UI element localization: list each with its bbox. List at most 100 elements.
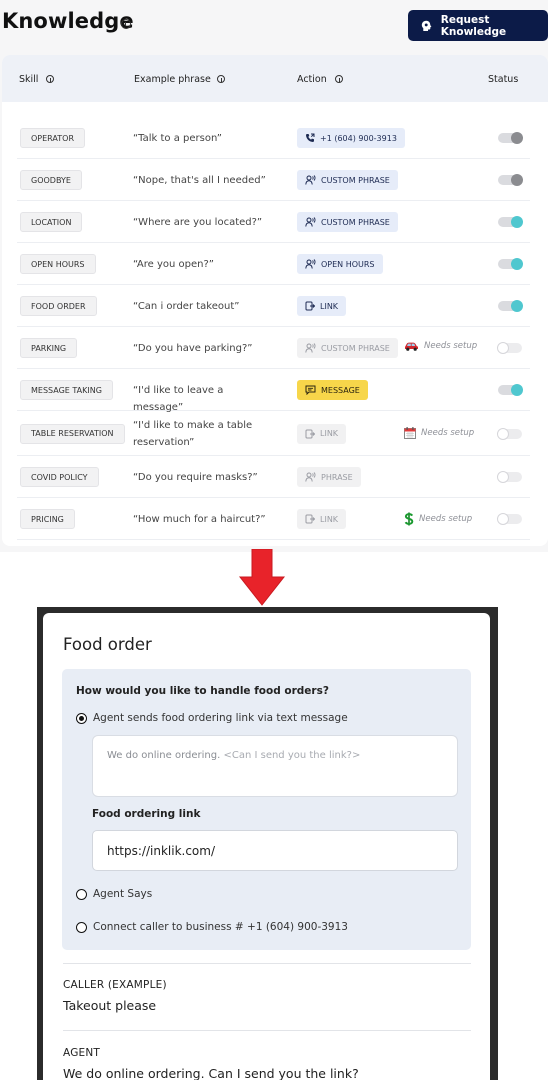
car-icon [404,341,419,351]
table-row[interactable]: TABLE RESERVATION “I'd like to make a tab… [17,411,530,456]
table-row[interactable]: PARKING “Do you have parking?” CUSTOM PHRA… [17,327,530,369]
radio-send-link-label: Agent sends food ordering link via text … [93,712,348,724]
message-placeholder: <Can I send you the link?> [223,750,361,761]
link-out-icon [305,514,315,524]
table-row[interactable]: PRICING “How much for a haircut?” LINK Need… [17,498,530,540]
action-chip[interactable]: PHRASE [297,467,361,487]
status-toggle[interactable] [498,258,523,270]
radio-send-link[interactable]: Agent sends food ordering link via text … [76,712,348,724]
bulb-head-icon [421,20,432,31]
table-row[interactable]: OPEN HOURS “Are you open?” OPEN HOURS [17,243,530,285]
needs-setup-label: Needs setup [421,427,475,438]
status-toggle[interactable] [497,427,522,440]
toggle-knob [511,132,523,144]
dollar-icon [404,512,414,526]
calendar-icon [404,426,416,439]
phone-forward-icon [305,133,315,143]
example-phrase: “Do you have parking?” [133,343,253,354]
info-icon[interactable] [335,75,343,83]
page-title: Knowledge [2,9,134,33]
action-chip[interactable]: CUSTOM PHRASE [297,338,398,358]
skill-tag: FOOD ORDER [20,296,97,316]
action-label: LINK [320,301,339,311]
toggle-knob [511,216,523,228]
action-chip[interactable]: LINK [297,423,347,444]
table-row[interactable]: OPERATOR “Talk to a person” +1 (604) 900-3… [17,117,530,159]
action-label: CUSTOM PHRASE [321,217,390,227]
message-textarea[interactable]: We do online ordering. <Can I send you t… [92,735,458,797]
speaking-person-icon [305,175,316,185]
table-row[interactable]: GOODBYE “Nope, that's all I needed” CUSTOM… [17,159,530,201]
column-action: Action [297,74,327,85]
toggle-knob [511,384,523,396]
speaking-person-icon [305,472,316,482]
example-phrase: “Can i order takeout” [133,301,240,312]
example-phrase: “I'd like to make a table reservation” [133,419,253,448]
food-ordering-link-input[interactable]: https://inklik.com/ [92,830,458,871]
example-phrase: “Where are you located?” [133,217,263,228]
example-phrase: “Talk to a person” [133,133,222,144]
status-toggle[interactable] [497,513,522,525]
skill-tag: PRICING [20,509,75,529]
question-label: How would you like to handle food orders… [76,685,329,697]
knowledge-panel: Knowledge Request Knowledge Skill Exampl… [0,0,548,552]
status-toggle[interactable] [497,342,522,354]
options-panel: How would you like to handle food orders… [62,669,471,950]
skill-tag: OPERATOR [20,128,86,148]
table-row[interactable]: COVID POLICY “Do you require masks?” PHRAS… [17,456,530,498]
table-row[interactable]: FOOD ORDER “Can i order takeout” LINK [17,285,530,327]
action-chip[interactable]: LINK [297,509,347,529]
radio-unselected-icon [76,921,87,933]
radio-connect-caller[interactable]: Connect caller to business # +1 (604) 90… [76,921,348,933]
link-field-label: Food ordering link [92,808,201,820]
status-toggle[interactable] [498,300,523,312]
example-phrase: “Are you open?” [133,259,214,270]
status-toggle[interactable] [498,174,523,186]
caller-text: Takeout please [63,998,157,1013]
link-out-icon [305,429,315,439]
status-toggle[interactable] [498,216,523,228]
skill-tag: GOODBYE [20,170,82,190]
request-knowledge-button[interactable]: Request Knowledge [408,10,548,41]
skill-tag: PARKING [20,338,78,358]
action-chip[interactable]: OPEN HOURS [297,254,383,274]
table-header: Skill Example phrase Action Status [2,55,548,102]
example-phrase: “Nope, that's all I needed” [133,175,266,186]
action-label: OPEN HOURS [321,259,375,269]
arrow-down-icon [238,549,286,606]
table-row[interactable]: LOCATION “Where are you located?” CUSTOM P… [17,201,530,243]
toggle-knob [497,513,509,525]
needs-setup-label: Needs setup [424,341,478,351]
action-chip[interactable]: MESSAGE [297,380,368,400]
needs-setup-indicator[interactable]: Needs setup [404,512,472,526]
caller-label: CALLER (EXAMPLE) [63,979,167,991]
action-label: +1 (604) 900-3913 [320,133,397,143]
action-label: PHRASE [321,472,353,482]
action-label: LINK [320,514,339,524]
agent-text: We do online ordering. Can I send you th… [63,1066,359,1080]
info-icon[interactable] [46,75,54,83]
skill-tag: LOCATION [20,212,83,232]
needs-setup-indicator[interactable]: Needs setup [404,341,477,351]
toggle-knob [511,300,523,312]
status-toggle[interactable] [498,384,523,396]
column-example-phrase: Example phrase [134,74,211,85]
toggle-knob [511,258,523,270]
status-toggle[interactable] [498,132,523,144]
toggle-knob [511,174,523,186]
action-label: CUSTOM PHRASE [321,175,390,185]
info-icon[interactable] [217,75,225,83]
radio-agent-says[interactable]: Agent Says [76,888,152,900]
action-label: CUSTOM PHRASE [321,343,390,353]
action-chip[interactable]: CUSTOM PHRASE [297,170,398,190]
info-icon[interactable] [121,19,131,29]
needs-setup-indicator[interactable]: Needs setup [404,426,475,439]
status-toggle[interactable] [497,471,522,483]
action-chip[interactable]: LINK [297,296,347,316]
needs-setup-label: Needs setup [419,514,473,524]
action-chip[interactable]: +1 (604) 900-3913 [297,128,405,148]
message-icon [305,385,316,395]
action-chip[interactable]: CUSTOM PHRASE [297,212,398,232]
request-knowledge-label: Request Knowledge [440,13,507,38]
table-row[interactable]: MESSAGE TAKING “I'd like to leave a messa… [17,369,530,413]
